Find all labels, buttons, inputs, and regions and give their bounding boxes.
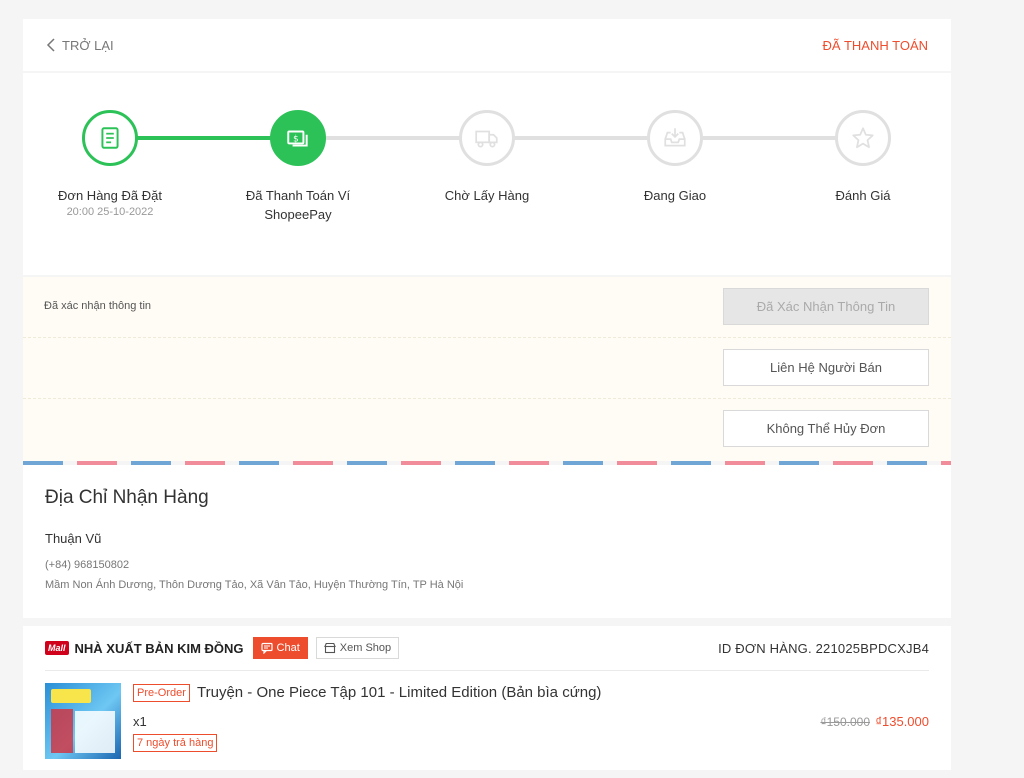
back-button[interactable]: TRỞ LẠI [46,38,114,53]
product-name[interactable]: Truyện - One Piece Tập 101 - Limited Edi… [197,684,601,701]
step-order-placed: Đơn Hàng Đã Đặt 20:00 25-10-2022 [35,110,185,218]
action-row-confirm: Đã xác nhận thông tin Đã Xác Nhận Thông … [23,277,951,338]
progress-track-pending [297,136,864,140]
svg-text:$: $ [293,134,299,144]
step-label: Đánh Giá [835,188,891,203]
order-id: ID ĐƠN HÀNG. 221025BPDCXJB4 [718,640,929,656]
step-shipping: Đang Giao [600,110,750,205]
shop-name[interactable]: NHÀ XUẤT BẢN KIM ĐỒNG [75,641,244,656]
step-circle [459,110,515,166]
recipient-phone: (+84) 968150802 [45,559,130,571]
order-progress-stepper: Đơn Hàng Đã Đặt 20:00 25-10-2022 $ Đã Th… [23,73,951,275]
order-status: ĐÃ THANH TOÁN [822,37,928,53]
action-row-cancel: Không Thể Hủy Đơn [23,399,951,460]
action-note: Đã xác nhận thông tin [44,300,152,312]
preorder-tag: Pre-Order [133,684,190,702]
action-row-contact: Liên Hệ Người Bán [23,338,951,399]
step-circle: $ [270,110,326,166]
step-paid-shopeepay: $ Đã Thanh Toán Ví ShopeePay [223,110,373,224]
star-icon [852,127,874,149]
money-icon: $ [287,130,308,147]
step-circle [647,110,703,166]
order-header: TRỞ LẠI ĐÃ THANH TOÁN [23,19,951,71]
step-label: Đang Giao [643,188,707,203]
back-label: TRỞ LẠI [62,37,114,53]
shop-icon [323,642,336,654]
view-shop-button[interactable]: Xem Shop [315,637,400,659]
truck-icon [475,130,498,148]
order-actions-panel: Đã xác nhận thông tin Đã Xác Nhận Thông … [23,277,951,461]
chevron-left-icon [46,38,55,52]
chat-button[interactable]: Chat [252,637,308,659]
step-label: Đơn Hàng Đã Đặt [58,188,162,203]
step-waiting-pickup: Chờ Lấy Hàng [412,110,562,205]
recipient-name: Thuận Vũ [45,531,102,546]
mall-badge: Mall [45,641,69,655]
order-detail-page: TRỞ LẠI ĐÃ THANH TOÁN Đơn Hàng Đã Đặt 20… [0,0,1024,778]
inbox-download-icon [664,128,686,147]
shop-bar: Mall NHÀ XUẤT BẢN KIM ĐỒNG Chat Xem Shop… [45,626,929,671]
step-circle [835,110,891,166]
step-review: Đánh Giá [788,110,938,205]
step-label: Đã Thanh Toán Ví ShopeePay [245,188,351,222]
step-circle [82,110,138,166]
return-policy-tag: 7 ngày trả hàng [133,734,218,752]
sale-price: ₫135.000 [875,714,929,729]
chat-icon [260,642,273,654]
order-items-card: Mall NHÀ XUẤT BẢN KIM ĐỒNG Chat Xem Shop… [23,626,951,770]
confirmed-info-button[interactable]: Đã Xác Nhận Thông Tin [723,288,929,325]
view-shop-label: Xem Shop [339,642,392,654]
step-label: Chờ Lấy Hàng [444,188,530,203]
chat-label: Chat [276,642,300,654]
contact-seller-button[interactable]: Liên Hệ Người Bán [723,349,929,386]
receipt-icon [101,127,119,149]
address-title: Địa Chỉ Nhận Hàng [45,487,209,508]
original-price: ₫150.000 [820,715,870,729]
product-thumbnail[interactable] [45,683,121,759]
delivery-address-card: Địa Chỉ Nhận Hàng Thuận Vũ (+84) 9681508… [23,465,951,618]
product-quantity: x1 [133,714,147,729]
step-time: 20:00 25-10-2022 [66,206,154,218]
cannot-cancel-button[interactable]: Không Thể Hủy Đơn [723,410,929,447]
recipient-address: Mầm Non Ánh Dương, Thôn Dương Tảo, Xã Vâ… [45,579,464,591]
